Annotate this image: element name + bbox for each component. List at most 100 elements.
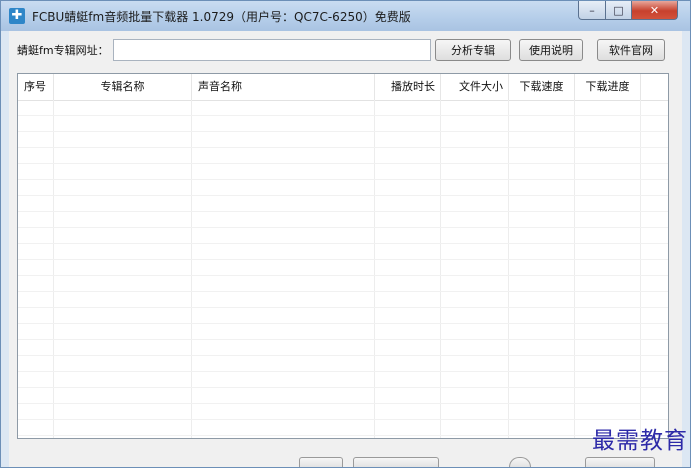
help-button[interactable]: 使用说明 bbox=[519, 39, 583, 61]
table-cell bbox=[18, 164, 54, 179]
column-header-speed[interactable]: 下载速度 bbox=[509, 74, 575, 100]
table-row[interactable] bbox=[18, 148, 668, 164]
table-cell bbox=[18, 132, 54, 147]
table-row[interactable] bbox=[18, 196, 668, 212]
maximize-button[interactable]: □ bbox=[606, 1, 632, 20]
table-cell bbox=[375, 148, 441, 163]
table-row[interactable] bbox=[18, 324, 668, 340]
column-header-duration[interactable]: 播放时长 bbox=[375, 74, 441, 100]
table-cell bbox=[192, 196, 375, 211]
table-cell bbox=[18, 260, 54, 275]
column-header-sound[interactable]: 声音名称 bbox=[192, 74, 375, 100]
table-cell bbox=[575, 132, 641, 147]
table-cell bbox=[375, 196, 441, 211]
table-cell bbox=[509, 388, 575, 403]
column-header-index[interactable]: 序号 bbox=[18, 74, 54, 100]
minimize-button[interactable]: – bbox=[578, 1, 606, 20]
download-list[interactable]: 序号 专辑名称 声音名称 播放时长 文件大小 下载速度 下载进度 bbox=[17, 73, 669, 439]
table-cell bbox=[54, 420, 192, 435]
table-cell bbox=[192, 308, 375, 323]
table-cell bbox=[509, 420, 575, 435]
table-cell bbox=[441, 212, 509, 227]
bottom-button[interactable] bbox=[585, 457, 655, 467]
table-cell bbox=[441, 340, 509, 355]
table-row[interactable] bbox=[18, 180, 668, 196]
table-row[interactable] bbox=[18, 228, 668, 244]
table-row[interactable] bbox=[18, 308, 668, 324]
table-cell bbox=[509, 164, 575, 179]
album-url-input[interactable] bbox=[113, 39, 431, 61]
table-cell bbox=[18, 148, 54, 163]
table-row[interactable] bbox=[18, 260, 668, 276]
table-row[interactable] bbox=[18, 212, 668, 228]
table-cell bbox=[575, 164, 641, 179]
table-row[interactable] bbox=[18, 116, 668, 132]
title-bar[interactable]: ✚ FCBU蜻蜓fm音频批量下载器 1.0729（用户号：QC7C-6250）免… bbox=[1, 1, 690, 31]
bottom-button[interactable] bbox=[299, 457, 343, 467]
table-row[interactable] bbox=[18, 372, 668, 388]
bottom-radio[interactable] bbox=[509, 457, 531, 467]
table-cell bbox=[375, 420, 441, 435]
table-cell bbox=[509, 180, 575, 195]
table-cell bbox=[575, 388, 641, 403]
table-cell bbox=[575, 212, 641, 227]
table-row[interactable] bbox=[18, 388, 668, 404]
table-cell bbox=[375, 260, 441, 275]
table-cell bbox=[575, 244, 641, 259]
table-row[interactable] bbox=[18, 404, 668, 420]
table-cell bbox=[575, 180, 641, 195]
table-row[interactable] bbox=[18, 356, 668, 372]
close-button[interactable]: ✕ bbox=[632, 1, 678, 20]
table-cell bbox=[575, 260, 641, 275]
table-cell bbox=[575, 356, 641, 371]
table-cell bbox=[18, 100, 54, 115]
bottom-bar bbox=[9, 437, 682, 467]
bottom-button[interactable] bbox=[353, 457, 439, 467]
table-row[interactable] bbox=[18, 276, 668, 292]
table-cell bbox=[375, 388, 441, 403]
album-url-label: 蜻蜓fm专辑网址： bbox=[17, 44, 109, 57]
table-cell bbox=[575, 372, 641, 387]
table-row[interactable] bbox=[18, 244, 668, 260]
official-site-button[interactable]: 软件官网 bbox=[597, 39, 665, 61]
table-cell bbox=[375, 356, 441, 371]
table-cell bbox=[375, 372, 441, 387]
table-cell bbox=[54, 292, 192, 307]
table-cell bbox=[375, 164, 441, 179]
table-row[interactable] bbox=[18, 132, 668, 148]
table-cell bbox=[575, 404, 641, 419]
table-row[interactable] bbox=[18, 420, 668, 436]
column-header-album[interactable]: 专辑名称 bbox=[54, 74, 192, 100]
table-cell bbox=[54, 228, 192, 243]
table-cell bbox=[192, 180, 375, 195]
table-cell bbox=[509, 372, 575, 387]
table-cell bbox=[441, 100, 509, 115]
table-cell bbox=[509, 116, 575, 131]
table-cell bbox=[192, 164, 375, 179]
table-row[interactable] bbox=[18, 340, 668, 356]
table-cell bbox=[375, 404, 441, 419]
table-cell bbox=[54, 244, 192, 259]
table-row[interactable] bbox=[18, 292, 668, 308]
table-cell bbox=[509, 212, 575, 227]
table-cell bbox=[509, 100, 575, 115]
table-cell bbox=[575, 228, 641, 243]
table-cell bbox=[441, 180, 509, 195]
table-cell bbox=[509, 132, 575, 147]
column-header-size[interactable]: 文件大小 bbox=[441, 74, 509, 100]
table-cell bbox=[54, 148, 192, 163]
table-cell bbox=[441, 132, 509, 147]
table-cell bbox=[54, 372, 192, 387]
table-cell bbox=[54, 356, 192, 371]
table-cell bbox=[509, 292, 575, 307]
column-header-progress[interactable]: 下载进度 bbox=[575, 74, 641, 100]
table-cell bbox=[192, 276, 375, 291]
analyze-album-button[interactable]: 分析专辑 bbox=[435, 39, 511, 61]
table-row[interactable] bbox=[18, 100, 668, 116]
table-cell bbox=[509, 356, 575, 371]
table-cell bbox=[575, 196, 641, 211]
table-cell bbox=[375, 308, 441, 323]
table-row[interactable] bbox=[18, 164, 668, 180]
table-cell bbox=[441, 356, 509, 371]
table-cell bbox=[192, 100, 375, 115]
